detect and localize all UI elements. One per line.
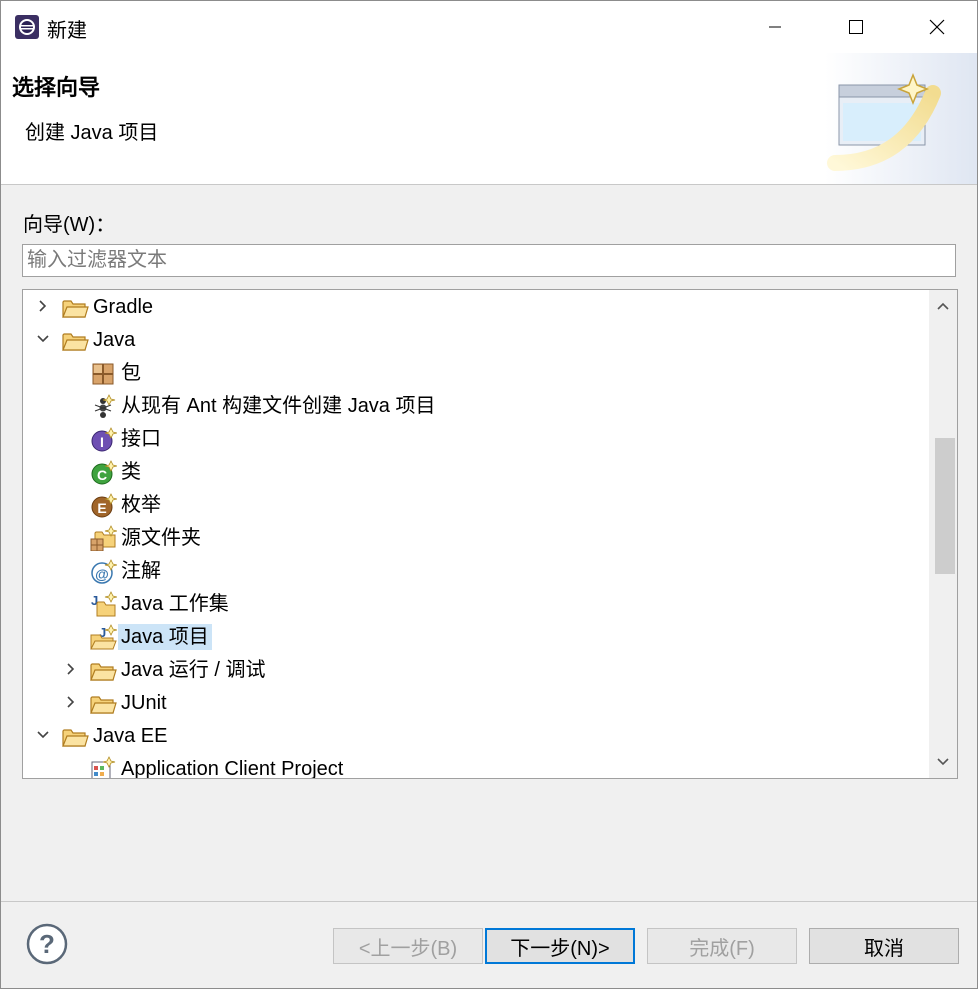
- folder-icon: [62, 729, 89, 747]
- wizard-header: 选择向导 创建 Java 项目: [1, 53, 977, 185]
- new-wizard-dialog: 新建 选择向导 创建 Java 项目 向导(W)： 输入过滤器文本 Gradle…: [0, 0, 978, 989]
- tree-item-label: Application Client Project: [121, 758, 344, 778]
- tree-item-label: Java 工作集: [121, 593, 229, 615]
- source-folder-icon: [90, 525, 117, 551]
- minimize-button[interactable]: [747, 9, 803, 45]
- interface-icon: I: [91, 427, 117, 452]
- footer-divider: [1, 901, 977, 902]
- page-title: 选择向导: [12, 75, 101, 100]
- tree-item-label: Java: [93, 329, 136, 351]
- tree-item-label: Java EE: [93, 725, 168, 747]
- java-project-icon: J: [90, 624, 117, 650]
- tree-item[interactable]: @ 注解: [23, 554, 929, 587]
- tree-item-label: 注解: [121, 560, 161, 582]
- svg-text:I: I: [100, 434, 104, 450]
- chevron-right-icon[interactable]: [63, 694, 79, 710]
- tree-item[interactable]: C类: [23, 455, 929, 488]
- vertical-scrollbar[interactable]: [929, 290, 957, 778]
- svg-text:C: C: [97, 467, 107, 483]
- tree-item-label: 接口: [121, 428, 161, 450]
- eclipse-app-icon: [15, 15, 39, 39]
- tree-item[interactable]: I 接口: [23, 422, 929, 455]
- close-button[interactable]: [909, 9, 965, 45]
- tree-item[interactable]: Gradle: [23, 290, 929, 323]
- tree-item-label: 包: [121, 362, 141, 384]
- folder-icon: [90, 663, 117, 681]
- folder-icon: [90, 696, 117, 714]
- tree-item[interactable]: Java EE: [23, 719, 929, 752]
- chevron-down-icon[interactable]: [35, 727, 51, 743]
- new-wizard-banner-icon: [825, 53, 977, 184]
- next-button[interactable]: 下一步(N)>: [485, 928, 635, 964]
- tree-item-label: Java 项目: [118, 624, 212, 650]
- tree-item[interactable]: E 枚举: [23, 488, 929, 521]
- package-icon: [92, 363, 114, 385]
- tree-item-label: JUnit: [121, 692, 167, 714]
- svg-text:@: @: [95, 566, 109, 582]
- tree-item[interactable]: Java: [23, 323, 929, 356]
- close-icon: [929, 19, 945, 35]
- window-title: 新建: [47, 20, 87, 42]
- tree-item[interactable]: Application Client Project: [23, 752, 929, 778]
- tree-item-label: Gradle: [93, 296, 154, 318]
- enum-icon: E: [91, 493, 117, 518]
- class-icon: C: [91, 460, 117, 485]
- scroll-up-button[interactable]: [929, 290, 957, 322]
- svg-text:E: E: [97, 500, 106, 516]
- scroll-thumb[interactable]: [935, 438, 955, 574]
- wizard-tree-items: Gradle Java 包从现有 Ant 构建文件创建 Java 项目 I 接口 C 类 E 枚…: [23, 290, 929, 778]
- tree-item-label: 从现有 Ant 构建文件创建 Java 项目: [121, 395, 436, 417]
- app-client-project-icon: [91, 756, 116, 778]
- page-description: 创建 Java 项目: [25, 122, 159, 144]
- chevron-up-icon: [937, 302, 949, 310]
- tree-item-label: Java 运行 / 调试: [121, 659, 266, 681]
- help-icon[interactable]: ?: [26, 923, 68, 965]
- title-bar: 新建: [1, 1, 977, 53]
- tree-item[interactable]: J Java 工作集: [23, 587, 929, 620]
- chevron-right-icon[interactable]: [35, 298, 51, 314]
- cancel-button[interactable]: 取消: [809, 928, 959, 964]
- tree-item[interactable]: Java 运行 / 调试: [23, 653, 929, 686]
- annotation-icon: @: [91, 559, 117, 584]
- chevron-down-icon[interactable]: [35, 331, 51, 347]
- tree-item-label: 类: [121, 461, 141, 483]
- chevron-down-icon: [937, 758, 949, 766]
- wizards-label: 向导(W)：: [23, 214, 116, 236]
- tree-item[interactable]: 源文件夹: [23, 521, 929, 554]
- tree-item[interactable]: J Java 项目: [23, 620, 929, 653]
- tree-item-label: 源文件夹: [121, 527, 201, 549]
- finish-button[interactable]: 完成(F): [647, 928, 797, 964]
- tree-item[interactable]: JUnit: [23, 686, 929, 719]
- back-button[interactable]: <上一步(B): [333, 928, 483, 964]
- working-set-icon: J: [91, 591, 117, 617]
- minimize-icon: [769, 26, 781, 28]
- filter-input[interactable]: [23, 245, 955, 276]
- maximize-button[interactable]: [828, 9, 884, 45]
- ant-icon: [94, 394, 116, 418]
- folder-icon: [62, 300, 89, 318]
- svg-text:?: ?: [39, 929, 55, 959]
- scroll-down-button[interactable]: [929, 746, 957, 778]
- filter-field[interactable]: [22, 244, 956, 277]
- wizard-tree[interactable]: Gradle Java 包从现有 Ant 构建文件创建 Java 项目 I 接口 C 类 E 枚…: [22, 289, 958, 779]
- tree-item-label: 枚举: [121, 494, 161, 516]
- folder-icon: [62, 333, 89, 351]
- chevron-right-icon[interactable]: [63, 661, 79, 677]
- maximize-icon: [849, 20, 863, 34]
- tree-item[interactable]: 从现有 Ant 构建文件创建 Java 项目: [23, 389, 929, 422]
- tree-item[interactable]: 包: [23, 356, 929, 389]
